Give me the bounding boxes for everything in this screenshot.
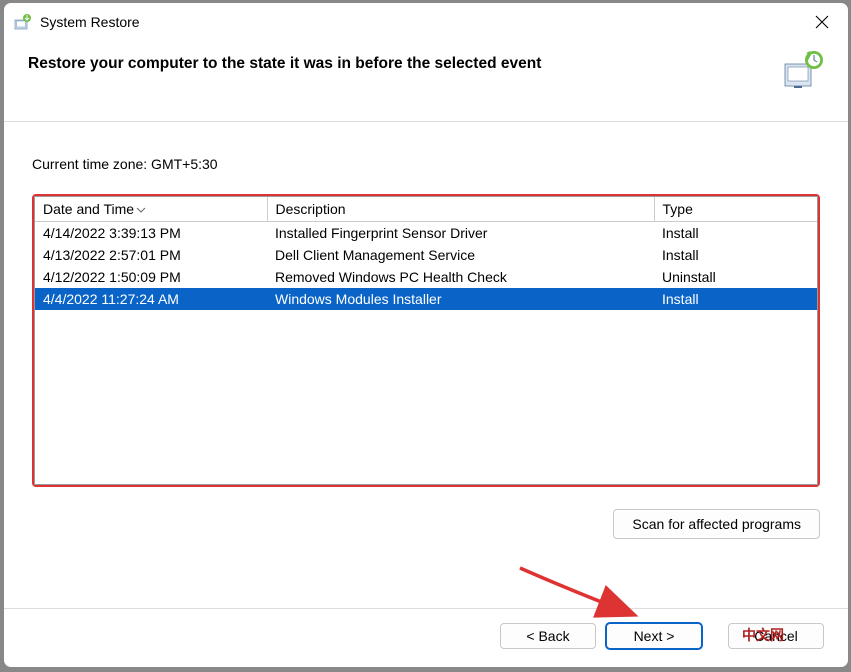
table-row[interactable]: 4/4/2022 11:27:24 AMWindows Modules Inst… xyxy=(35,288,817,310)
wizard-footer: < Back Next > Cancel 中文网 xyxy=(4,608,848,667)
table-cell-date: 4/12/2022 1:50:09 PM xyxy=(35,266,267,288)
close-icon xyxy=(815,15,829,29)
table-empty-area xyxy=(35,310,817,484)
page-heading: Restore your computer to the state it wa… xyxy=(28,49,762,73)
column-header-type[interactable]: Type xyxy=(654,197,817,222)
system-restore-app-icon xyxy=(14,13,32,31)
table-cell-type: Install xyxy=(654,244,817,266)
table-cell-type: Uninstall xyxy=(654,266,817,288)
table-row[interactable]: 4/13/2022 2:57:01 PMDell Client Manageme… xyxy=(35,244,817,266)
timezone-label: Current time zone: GMT+5:30 xyxy=(32,156,820,172)
table-row[interactable]: 4/12/2022 1:50:09 PMRemoved Windows PC H… xyxy=(35,266,817,288)
table-cell-desc: Dell Client Management Service xyxy=(267,244,654,266)
restore-hero-icon xyxy=(782,49,824,91)
table-row[interactable]: 4/14/2022 3:39:13 PMInstalled Fingerprin… xyxy=(35,222,817,244)
table-cell-type: Install xyxy=(654,222,817,244)
column-header-description[interactable]: Description xyxy=(267,197,654,222)
table-cell-type: Install xyxy=(654,288,817,310)
table-cell-desc: Removed Windows PC Health Check xyxy=(267,266,654,288)
table-cell-desc: Windows Modules Installer xyxy=(267,288,654,310)
system-restore-window: System Restore Restore your computer to … xyxy=(3,2,849,668)
header-panel: Restore your computer to the state it wa… xyxy=(4,41,848,122)
scan-affected-programs-button[interactable]: Scan for affected programs xyxy=(613,509,820,539)
window-title: System Restore xyxy=(40,14,140,30)
table-cell-desc: Installed Fingerprint Sensor Driver xyxy=(267,222,654,244)
table-cell-date: 4/14/2022 3:39:13 PM xyxy=(35,222,267,244)
sort-descending-icon xyxy=(136,201,146,217)
next-button[interactable]: Next > xyxy=(606,623,702,649)
titlebar: System Restore xyxy=(4,3,848,41)
table-cell-date: 4/13/2022 2:57:01 PM xyxy=(35,244,267,266)
restore-points-table: Date and Time Description Type 4/14/2022… xyxy=(32,194,820,487)
column-header-date[interactable]: Date and Time xyxy=(35,197,267,222)
table-cell-date: 4/4/2022 11:27:24 AM xyxy=(35,288,267,310)
cancel-button[interactable]: Cancel xyxy=(728,623,824,649)
back-button[interactable]: < Back xyxy=(500,623,596,649)
close-button[interactable] xyxy=(800,7,844,37)
content-area: Current time zone: GMT+5:30 Date and Tim… xyxy=(4,122,848,608)
table-header-row: Date and Time Description Type xyxy=(35,197,817,222)
